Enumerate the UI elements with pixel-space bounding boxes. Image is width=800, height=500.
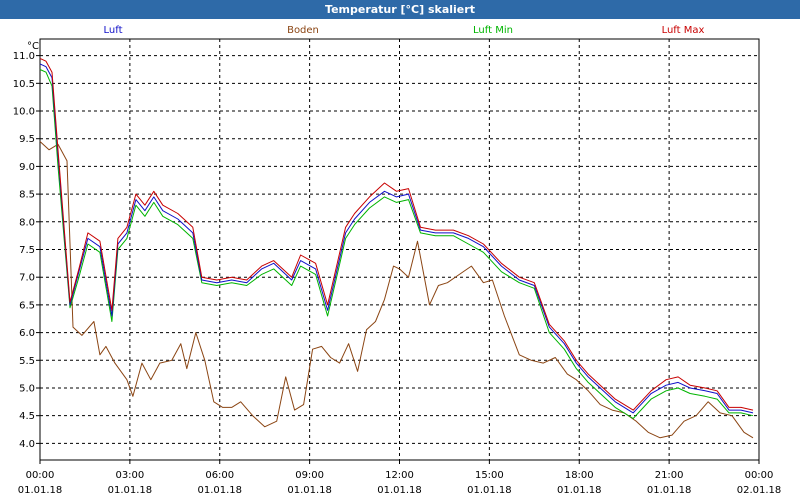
temperature-chart[interactable]: 11.0 10.5 10.0 9.5 9.0 8.5 8.0 7.5 7.0 6.5 6.0 5.5 5… [0, 0, 800, 500]
x-tick-date-label: 01.01.18 [377, 485, 422, 496]
x-tick-date-label: 01.01.18 [18, 485, 63, 496]
y-tick-label: 5.0 [19, 383, 35, 394]
legend-entry-luft[interactable]: Luft [104, 25, 123, 36]
x-tick-time-label: 00:00 [745, 470, 774, 481]
x-tick-time-label: 21:00 [655, 470, 684, 481]
y-tick-label: 8.0 [19, 217, 35, 228]
y-tick-label: 4.0 [19, 439, 35, 450]
x-tick-time-label: 03:00 [115, 470, 144, 481]
x-tick-time-label: 09:00 [295, 470, 324, 481]
y-tick-label: 7.0 [19, 273, 35, 284]
x-tick-time-label: 18:00 [565, 470, 594, 481]
x-tick-date-label: 01.01.18 [287, 485, 332, 496]
y-tick-label: 11.0 [13, 51, 35, 62]
x-tick-time-label: 00:00 [26, 470, 55, 481]
y-tick-label: 10.5 [13, 79, 35, 90]
x-tick-date-label: 02.01.18 [737, 485, 782, 496]
x-tick-time-label: 06:00 [205, 470, 234, 481]
x-tick-date-label: 01.01.18 [108, 485, 153, 496]
y-tick-label: 7.5 [19, 245, 35, 256]
y-tick-label: 9.0 [19, 162, 35, 173]
y-tick-label: 10.0 [13, 107, 35, 118]
x-tick-date-label: 01.01.18 [647, 485, 692, 496]
y-tick-label: 9.5 [19, 134, 35, 145]
y-tick-label: 5.5 [19, 356, 35, 367]
x-tick-date-label: 01.01.18 [467, 485, 512, 496]
y-tick-label: 4.5 [19, 411, 35, 422]
x-tick-time-label: 15:00 [475, 470, 504, 481]
y-tick-label: 8.5 [19, 190, 35, 201]
y-tick-label: 6.5 [19, 300, 35, 311]
legend-entry-luft-min[interactable]: Luft Min [473, 25, 513, 36]
y-tick-label: 6.0 [19, 328, 35, 339]
x-tick-time-label: 12:00 [385, 470, 414, 481]
x-tick-date-label: 01.01.18 [197, 485, 242, 496]
legend-entry-luft-max[interactable]: Luft Max [662, 25, 705, 36]
y-axis-unit-label: °C [27, 41, 39, 52]
legend-entry-boden[interactable]: Boden [287, 25, 319, 36]
x-tick-date-label: 01.01.18 [557, 485, 602, 496]
